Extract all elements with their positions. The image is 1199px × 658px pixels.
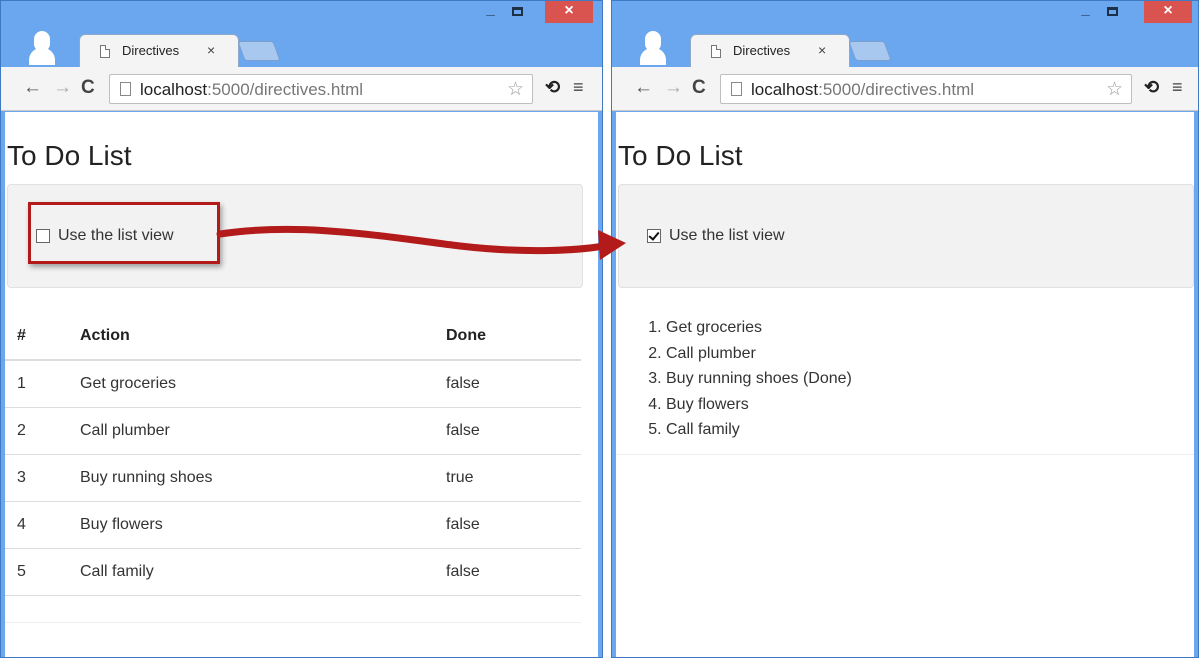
address-url: localhost:5000/directives.html xyxy=(140,80,364,99)
row-done: false xyxy=(446,501,581,549)
back-arrow-icon[interactable]: ← xyxy=(23,78,42,98)
menu-icon[interactable]: ≡ xyxy=(1172,77,1183,98)
row-done: false xyxy=(446,360,581,408)
header-number: # xyxy=(5,312,80,361)
star-icon[interactable]: ☆ xyxy=(1106,78,1123,101)
forward-arrow-icon[interactable]: → xyxy=(664,78,683,98)
browser-window-right: Directives × _ × ← → C localhost:5000/di… xyxy=(611,0,1199,658)
row-action: Buy flowers xyxy=(80,501,446,549)
reload-icon[interactable]: C xyxy=(692,78,706,98)
profile-icon[interactable] xyxy=(640,31,666,65)
table-row: 4 Buy flowers false xyxy=(5,501,581,549)
list-view-toggle[interactable]: Use the list view xyxy=(647,227,785,245)
list-bottom-border xyxy=(616,454,1194,455)
row-done: true xyxy=(446,454,581,502)
row-number: 3 xyxy=(5,454,80,502)
row-action: Get groceries xyxy=(80,360,446,408)
header-done: Done xyxy=(446,312,581,361)
header-action: Action xyxy=(80,312,446,361)
minimize-icon[interactable]: _ xyxy=(477,1,504,23)
tab-close-icon[interactable]: × xyxy=(207,42,215,58)
row-done: false xyxy=(446,407,581,455)
tab-title: Directives xyxy=(122,43,180,58)
table-row: 5 Call family false xyxy=(5,548,581,596)
list-item: Buy flowers xyxy=(666,392,852,418)
page-title: To Do List xyxy=(7,140,132,171)
forward-arrow-icon[interactable]: → xyxy=(53,78,72,98)
row-done: false xyxy=(446,548,581,596)
table-header-row: # Action Done xyxy=(5,312,581,361)
row-number: 2 xyxy=(5,407,80,455)
tab-directives[interactable]: Directives × xyxy=(79,34,239,68)
table-row: 3 Buy running shoes true xyxy=(5,454,581,502)
reload-icon[interactable]: C xyxy=(81,78,95,98)
tab-directives[interactable]: Directives × xyxy=(690,34,850,68)
list-item: Call plumber xyxy=(666,341,852,367)
extension-icon[interactable]: ⟲ xyxy=(1144,77,1159,98)
new-tab-button[interactable] xyxy=(848,41,892,61)
close-icon[interactable]: × xyxy=(545,1,593,23)
todo-table: # Action Done 1 Get groceries false 2 Ca… xyxy=(5,312,581,596)
title-bar: Directives × _ × xyxy=(1,1,602,68)
list-item: Get groceries xyxy=(666,315,852,341)
row-number: 1 xyxy=(5,360,80,408)
page-icon xyxy=(731,82,742,96)
page-icon xyxy=(100,45,110,58)
row-number: 5 xyxy=(5,548,80,596)
extension-icon[interactable]: ⟲ xyxy=(545,77,560,98)
address-url: localhost:5000/directives.html xyxy=(751,80,975,99)
checkbox-highlight-box xyxy=(28,202,220,264)
address-bar[interactable]: localhost:5000/directives.html ☆ xyxy=(109,74,533,104)
browser-toolbar: ← → C localhost:5000/directives.html ☆ ⟲… xyxy=(612,67,1198,111)
maximize-icon[interactable] xyxy=(1099,1,1126,23)
list-item: Buy running shoes (Done) xyxy=(666,366,852,392)
table-row: 1 Get groceries false xyxy=(5,360,581,408)
profile-icon[interactable] xyxy=(29,31,55,65)
list-view-label: Use the list view xyxy=(669,227,785,244)
view-toggle-panel: Use the list view xyxy=(618,184,1194,288)
tab-close-icon[interactable]: × xyxy=(818,42,826,58)
star-icon[interactable]: ☆ xyxy=(507,78,524,101)
title-bar: Directives × _ × xyxy=(612,1,1198,68)
tab-title: Directives xyxy=(733,43,791,58)
address-bar[interactable]: localhost:5000/directives.html ☆ xyxy=(720,74,1132,104)
page-title: To Do List xyxy=(618,140,743,171)
page-content: To Do List Use the list view # Action Do… xyxy=(5,112,598,657)
page-content: To Do List Use the list view Get groceri… xyxy=(616,112,1194,657)
row-number: 4 xyxy=(5,501,80,549)
minimize-icon[interactable]: _ xyxy=(1072,1,1099,23)
maximize-icon[interactable] xyxy=(504,1,531,23)
table-bottom-border xyxy=(5,622,581,623)
list-view-checkbox[interactable] xyxy=(647,229,661,243)
page-icon xyxy=(120,82,131,96)
list-item: Call family xyxy=(666,417,852,443)
close-icon[interactable]: × xyxy=(1144,1,1192,23)
browser-window-left: Directives × _ × ← → C localhost:5000/di… xyxy=(0,0,603,658)
row-action: Buy running shoes xyxy=(80,454,446,502)
todo-list: Get groceries Call plumber Buy running s… xyxy=(666,315,852,443)
row-action: Call family xyxy=(80,548,446,596)
back-arrow-icon[interactable]: ← xyxy=(634,78,653,98)
browser-toolbar: ← → C localhost:5000/directives.html ☆ ⟲… xyxy=(1,67,602,111)
table-row: 2 Call plumber false xyxy=(5,407,581,455)
row-action: Call plumber xyxy=(80,407,446,455)
new-tab-button[interactable] xyxy=(237,41,281,61)
menu-icon[interactable]: ≡ xyxy=(573,77,584,98)
page-icon xyxy=(711,45,721,58)
